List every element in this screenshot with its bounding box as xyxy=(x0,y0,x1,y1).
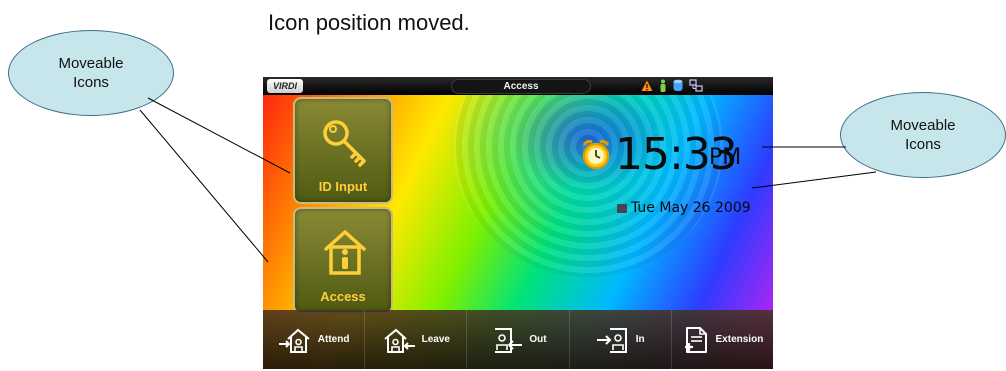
attend-icon xyxy=(278,328,310,353)
status-icons xyxy=(641,79,703,92)
out-icon xyxy=(495,327,523,353)
leave-button[interactable]: Leave xyxy=(365,310,468,369)
alarm-clock-icon[interactable] xyxy=(579,137,613,171)
device-screen: VIRDI Access ID Input Access 15:33 PM Tu… xyxy=(263,77,773,369)
house-person-icon xyxy=(324,230,366,275)
key-icon xyxy=(323,120,366,167)
database-icon xyxy=(673,79,683,92)
attend-label: Attend xyxy=(317,334,350,345)
bottom-bar: Attend Leave Out In Extension xyxy=(263,310,773,369)
warning-icon xyxy=(641,80,653,92)
person-icon xyxy=(659,79,667,92)
leave-icon xyxy=(383,328,415,353)
extension-icon xyxy=(684,326,707,353)
in-label: In xyxy=(635,334,645,345)
top-bar: VIRDI Access xyxy=(263,77,773,95)
calendar-icon xyxy=(617,204,627,213)
out-label: Out xyxy=(529,334,547,345)
id-input-label: ID Input xyxy=(318,179,368,194)
access-button[interactable]: Access xyxy=(293,207,393,314)
virdi-logo: VIRDI xyxy=(267,79,303,93)
access-label: Access xyxy=(320,289,366,304)
caption-text: Icon position moved. xyxy=(268,10,470,35)
clock-ampm: PM xyxy=(709,145,742,170)
screen-title: Access xyxy=(451,79,591,94)
extension-label: Extension xyxy=(715,334,764,345)
in-button[interactable]: In xyxy=(570,310,672,369)
callout-left: Moveable Icons xyxy=(8,30,174,116)
in-icon xyxy=(596,327,627,353)
clock-date: Tue May 26 2009 xyxy=(631,200,751,216)
leave-label: Leave xyxy=(421,334,450,345)
network-icon xyxy=(689,79,703,92)
attend-button[interactable]: Attend xyxy=(263,310,366,369)
callout-line xyxy=(139,109,269,263)
id-input-button[interactable]: ID Input xyxy=(293,97,393,204)
callout-right: Moveable Icons xyxy=(840,92,1006,178)
out-button[interactable]: Out xyxy=(467,310,570,369)
extension-button[interactable]: Extension xyxy=(672,310,773,369)
